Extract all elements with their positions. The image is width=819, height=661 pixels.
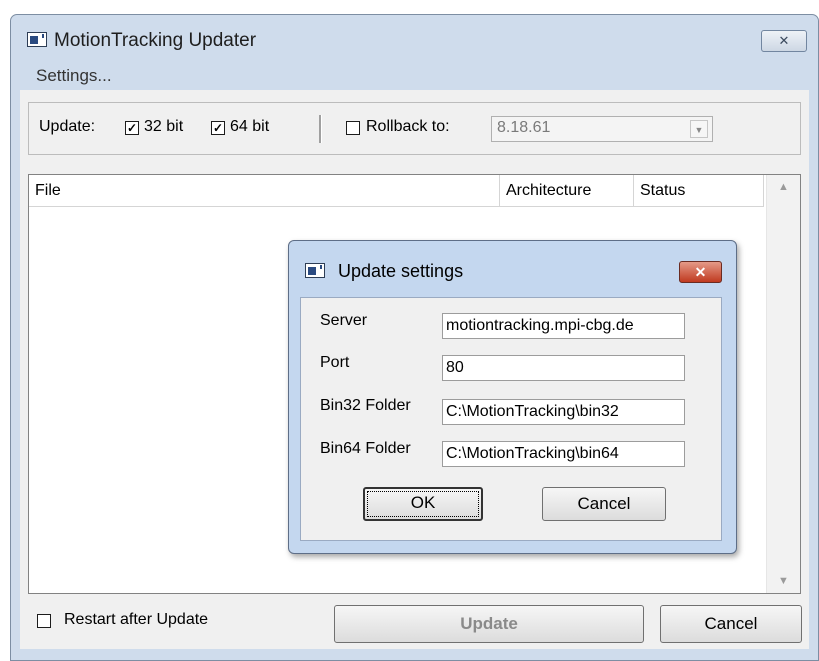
column-header-status[interactable]: Status [634,175,764,206]
update-button[interactable]: Update [334,605,644,643]
port-field[interactable]: 80 [442,355,685,381]
checkbox-32bit-label[interactable]: 32 bit [144,118,183,136]
dialog-title: Update settings [338,261,464,281]
vertical-scrollbar[interactable]: ▲ ▼ [766,175,800,593]
close-icon[interactable]: ✕ [761,30,807,52]
restart-label[interactable]: Restart after Update [64,611,208,629]
scroll-down-icon[interactable]: ▼ [767,569,800,593]
cancel-button[interactable]: Cancel [660,605,802,643]
ok-button[interactable]: OK [363,487,483,521]
file-list-header: File Architecture Status [29,175,764,207]
server-label: Server [320,312,368,329]
checkbox-restart[interactable] [37,614,51,628]
bin64-folder-field[interactable]: C:\MotionTracking\bin64 [442,441,685,467]
checkbox-32bit[interactable]: ✓ [125,121,139,135]
app-window-icon [27,32,47,47]
bin64-folder-label: Bin64 Folder [320,440,411,457]
window-title: MotionTracking Updater [54,30,257,51]
checkbox-rollback[interactable] [346,121,360,135]
chevron-down-icon[interactable]: ▼ [690,120,708,138]
update-settings-dialog: Update settings ✕ Server motiontracking.… [288,240,737,554]
dialog-close-icon[interactable]: ✕ [679,261,722,283]
menu-bar: Settings... [20,64,809,90]
scroll-up-icon[interactable]: ▲ [767,175,800,199]
menu-settings[interactable]: Settings... [36,66,112,86]
dialog-client-area: Server motiontracking.mpi-cbg.de Port 80… [300,297,722,541]
update-label: Update: [39,118,96,135]
server-field[interactable]: motiontracking.mpi-cbg.de [442,313,685,339]
rollback-version-value: 8.18.61 [497,119,551,136]
checkbox-64bit[interactable]: ✓ [211,121,225,135]
toolbar-separator [319,115,322,143]
column-header-architecture[interactable]: Architecture [500,175,634,206]
update-options-group: Update: ✓ 32 bit ✓ 64 bit Rollback to: 8… [28,102,801,155]
column-header-file[interactable]: File [29,175,500,206]
bin32-folder-field[interactable]: C:\MotionTracking\bin32 [442,399,685,425]
checkbox-64bit-label[interactable]: 64 bit [230,118,269,136]
bin32-folder-label: Bin32 Folder [320,397,411,414]
port-label: Port [320,354,350,371]
rollback-version-select[interactable]: 8.18.61 ▼ [491,116,713,142]
dialog-cancel-button[interactable]: Cancel [542,487,666,521]
dialog-app-icon [305,263,325,278]
rollback-label[interactable]: Rollback to: [366,118,450,136]
